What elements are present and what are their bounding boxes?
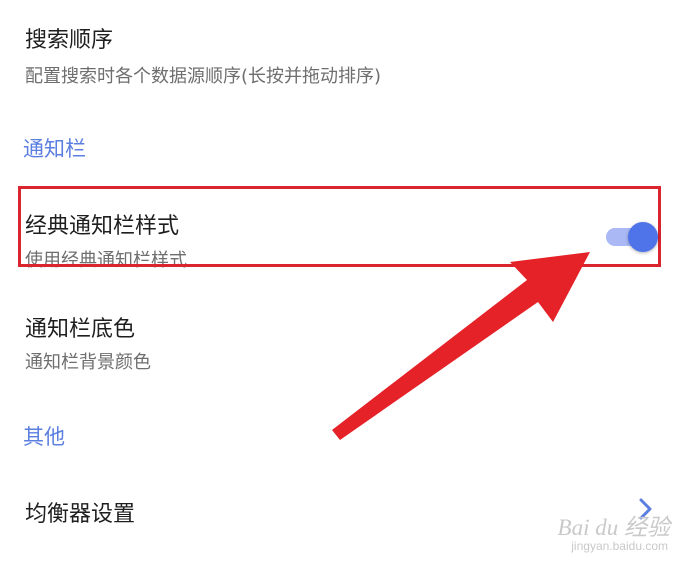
baidu-jingyan-watermark: Bai du 经验 jingyan.baidu.com (530, 508, 680, 564)
pref-notification-bar-color[interactable]: 通知栏底色 通知栏背景颜色 (0, 296, 687, 392)
category-notification: 通知栏 (23, 137, 86, 161)
pref-search-order-title: 搜索顺序 (25, 28, 114, 53)
pref-equalizer-title: 均衡器设置 (25, 502, 136, 527)
category-other: 其他 (23, 425, 65, 449)
pref-search-order[interactable]: 搜索顺序 配置搜索时各个数据源顺序(长按并拖动排序) (0, 0, 687, 110)
highlight-box (18, 186, 661, 267)
classic-style-toggle-switch[interactable] (604, 220, 660, 254)
watermark-url: jingyan.baidu.com (571, 539, 668, 553)
pref-search-order-summary: 配置搜索时各个数据源顺序(长按并拖动排序) (25, 66, 382, 87)
watermark-logo: Bai du 经验 (557, 515, 670, 540)
pref-bar-color-title: 通知栏底色 (25, 317, 136, 342)
switch-thumb (628, 222, 658, 252)
pref-bar-color-summary: 通知栏背景颜色 (25, 352, 151, 373)
